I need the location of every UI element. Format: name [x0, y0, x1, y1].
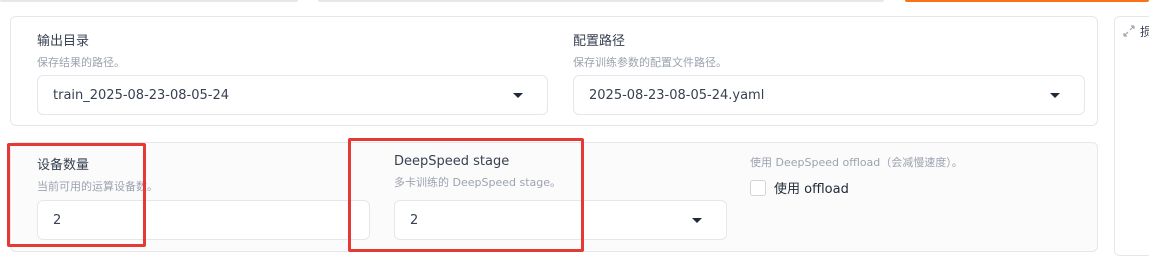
- output-dir-dropdown[interactable]: train_2025-08-23-08-05-24: [37, 75, 548, 115]
- ds-offload-checkbox[interactable]: [750, 179, 766, 196]
- output-dir-value: train_2025-08-23-08-05-24: [53, 87, 230, 103]
- ds-stage-info: 多卡训练的 DeepSpeed stage。: [394, 176, 561, 189]
- chevron-down-icon: [513, 93, 523, 98]
- config-path-label: 配置路径: [573, 34, 626, 49]
- top-strip-middle: [318, 0, 884, 2]
- top-strip-accent: [905, 0, 1149, 2]
- device-count-input[interactable]: 2: [37, 200, 370, 240]
- device-count-value: 2: [53, 212, 62, 228]
- output-dir-label: 输出目录: [37, 34, 90, 49]
- config-path-value: 2025-08-23-08-05-24.yaml: [589, 87, 765, 103]
- device-count-field: 设备数量 当前可用的运算设备数。: [37, 154, 158, 194]
- output-dir-field: 输出目录 保存结果的路径。: [37, 30, 125, 70]
- ds-stage-label: DeepSpeed stage: [394, 154, 510, 169]
- device-count-label: 设备数量: [37, 158, 90, 173]
- ds-offload-option[interactable]: 使用 offload: [750, 178, 849, 197]
- chevron-down-icon: [692, 218, 702, 223]
- device-count-info: 当前可用的运算设备数。: [37, 180, 158, 193]
- ds-offload-info: 使用 DeepSpeed offload（会减慢速度）。: [750, 156, 963, 169]
- config-path-info: 保存训练参数的配置文件路径。: [573, 56, 727, 69]
- chevron-down-icon: [1050, 93, 1060, 98]
- top-strip-left: [0, 0, 298, 2]
- ds-stage-dropdown[interactable]: 2: [394, 200, 727, 240]
- config-path-dropdown[interactable]: 2025-08-23-08-05-24.yaml: [573, 75, 1085, 115]
- expand-icon[interactable]: [1123, 25, 1135, 37]
- output-dir-info: 保存结果的路径。: [37, 56, 125, 69]
- ds-stage-field: DeepSpeed stage 多卡训练的 DeepSpeed stage。: [394, 154, 561, 190]
- ds-offload-field: 使用 DeepSpeed offload（会减慢速度）。: [750, 154, 963, 170]
- ds-offload-label: 使用 offload: [774, 182, 849, 197]
- ds-stage-value: 2: [410, 212, 419, 228]
- side-panel: 损: [1114, 16, 1149, 256]
- config-path-field: 配置路径 保存训练参数的配置文件路径。: [573, 30, 727, 70]
- side-panel-text: 损: [1140, 25, 1149, 39]
